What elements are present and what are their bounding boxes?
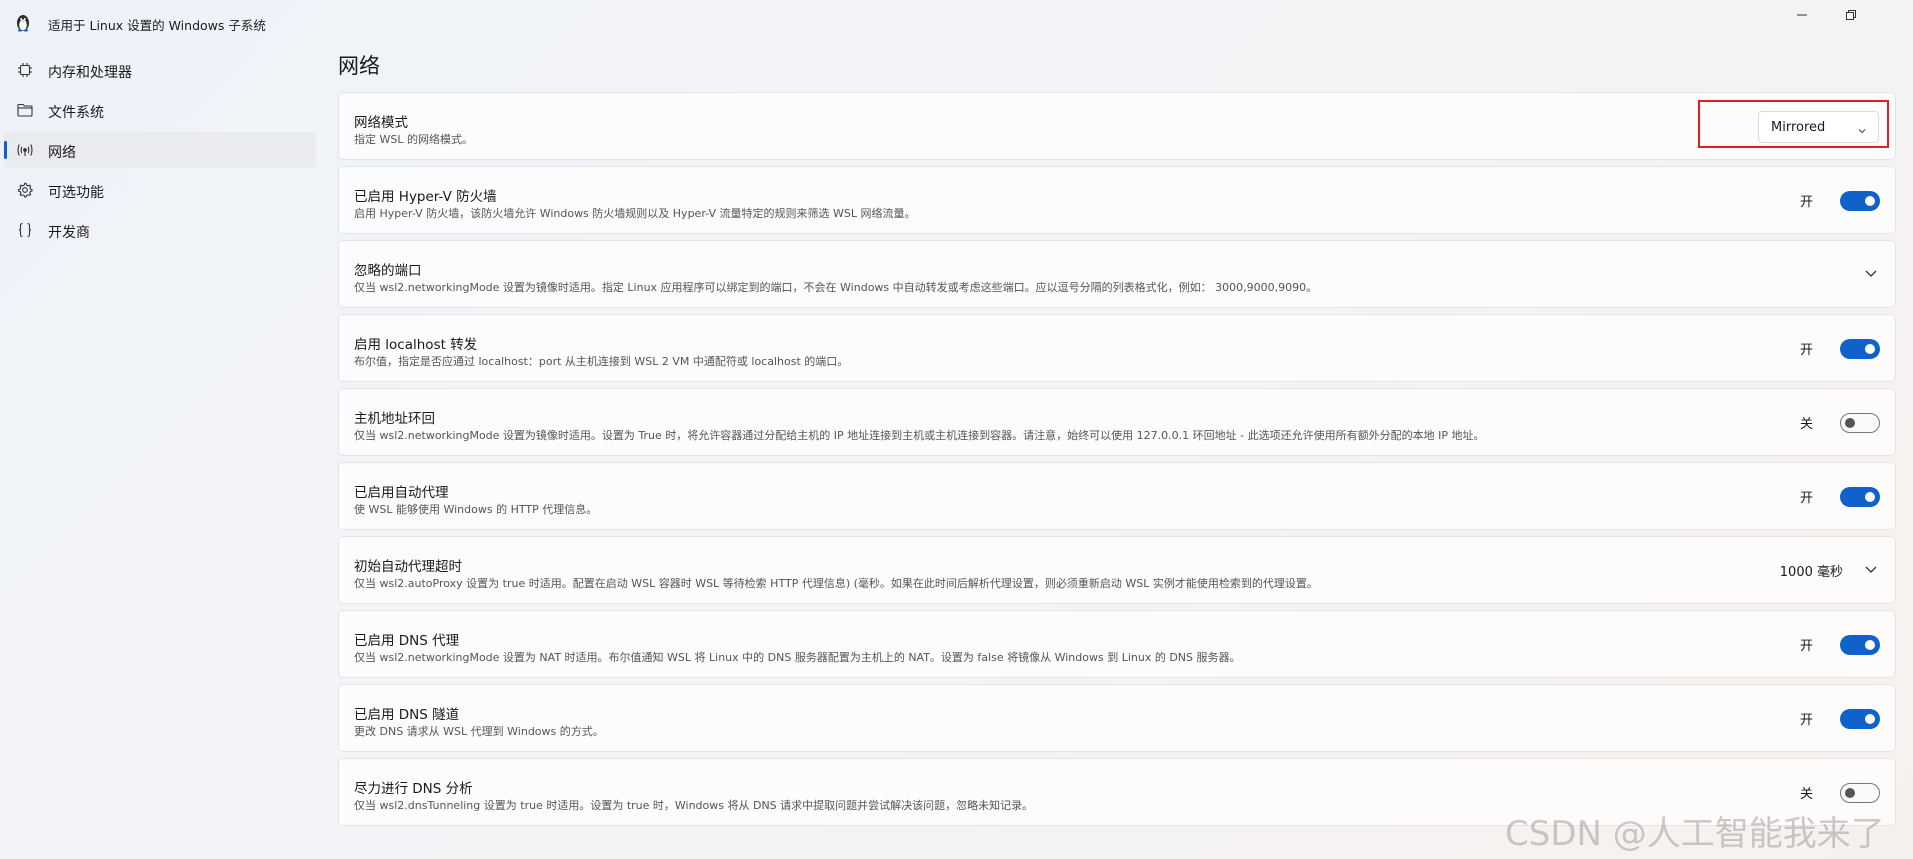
setting-description: 使 WSL 能够使用 Windows 的 HTTP 代理信息。 (354, 503, 598, 516)
setting-description: 仅当 wsl2.networkingMode 设置为 NAT 时适用。布尔值通知… (354, 651, 1241, 664)
sidebar-item-label: 文件系统 (48, 105, 104, 121)
setting-description: 仅当 wsl2.networkingMode 设置为镜像时适用。指定 Linux… (354, 281, 1318, 294)
minimize-icon (1797, 9, 1807, 23)
toggle-state-label: 开 (1799, 343, 1813, 358)
toggle-knob (1865, 196, 1875, 206)
setting-title: 尽力进行 DNS 分析 (354, 781, 473, 797)
page-title: 网络 (338, 54, 380, 78)
toggle-knob (1845, 418, 1855, 428)
chevron-down-icon[interactable] (1861, 559, 1881, 579)
toggle-knob (1865, 492, 1875, 502)
dropdown-selected-value: Mirrored (1771, 120, 1826, 135)
watermark: CSDN @人工智能我来了 (1505, 814, 1885, 854)
gear-icon (16, 181, 34, 199)
setting-dns-tunneling: 已启用 DNS 隧道 更改 DNS 请求从 WSL 代理到 Windows 的方… (338, 684, 1896, 752)
cpu-icon (16, 61, 34, 79)
sidebar-item-label: 网络 (48, 145, 76, 161)
network-mode-dropdown[interactable]: Mirrored (1758, 111, 1879, 143)
setting-title: 已启用 DNS 隧道 (354, 707, 460, 723)
toggle-state-label: 开 (1799, 195, 1813, 210)
setting-title: 已启用 Hyper-V 防火墙 (354, 189, 497, 205)
best-effort-dns-toggle[interactable] (1840, 783, 1880, 803)
setting-title: 主机地址环回 (354, 411, 435, 427)
settings-list: 网络模式 指定 WSL 的网络模式。 已启用 Hyper-V 防火墙 启用 Hy… (338, 92, 1896, 832)
toggle-state-label: 关 (1799, 787, 1813, 802)
sidebar-item-label: 内存和处理器 (48, 65, 132, 81)
title-bar: 适用于 Linux 设置的 Windows 子系统 (0, 0, 1913, 48)
toggle-knob (1865, 714, 1875, 724)
toggle-state-label: 开 (1799, 639, 1813, 654)
setting-hyperv-firewall: 已启用 Hyper-V 防火墙 启用 Hyper-V 防火墙，该防火墙允许 Wi… (338, 166, 1896, 234)
network-icon (16, 141, 34, 159)
sidebar-item-network[interactable]: 网络 (4, 132, 316, 168)
restore-icon (1846, 9, 1856, 23)
setting-localhost-forwarding: 启用 localhost 转发 布尔值，指定是否应通过 localhost：po… (338, 314, 1896, 382)
setting-title: 已启用 DNS 代理 (354, 633, 460, 649)
toggle-knob (1865, 640, 1875, 650)
minimize-button[interactable] (1779, 0, 1825, 32)
setting-ignored-ports[interactable]: 忽略的端口 仅当 wsl2.networkingMode 设置为镜像时适用。指定… (338, 240, 1896, 308)
setting-title: 网络模式 (354, 115, 408, 131)
auto-proxy-toggle[interactable] (1840, 487, 1880, 507)
setting-description: 启用 Hyper-V 防火墙，该防火墙允许 Windows 防火墙规则以及 Hy… (354, 207, 916, 220)
active-indicator (4, 141, 7, 159)
sidebar-item-file-system[interactable]: 文件系统 (4, 92, 316, 128)
setting-auto-proxy-timeout[interactable]: 初始自动代理超时 仅当 wsl2.autoProxy 设置为 true 时适用。… (338, 536, 1896, 604)
toggle-state-label: 开 (1799, 713, 1813, 728)
dns-tunneling-toggle[interactable] (1840, 709, 1880, 729)
localhost-forwarding-toggle[interactable] (1840, 339, 1880, 359)
braces-icon (16, 221, 34, 239)
setting-description: 布尔值，指定是否应通过 localhost：port 从主机连接到 WSL 2 … (354, 355, 849, 368)
sidebar-item-optional-features[interactable]: 可选功能 (4, 172, 316, 208)
toggle-state-label: 关 (1799, 417, 1813, 432)
sidebar-item-label: 可选功能 (48, 185, 104, 201)
setting-title: 初始自动代理超时 (354, 559, 462, 575)
sidebar: 内存和处理器 文件系统 网络 可选功能 开发商 (0, 52, 320, 252)
setting-auto-proxy: 已启用自动代理 使 WSL 能够使用 Windows 的 HTTP 代理信息。 … (338, 462, 1896, 530)
hyperv-firewall-toggle[interactable] (1840, 191, 1880, 211)
sidebar-item-label: 开发商 (48, 225, 90, 241)
sidebar-item-memory-processor[interactable]: 内存和处理器 (4, 52, 316, 88)
setting-title: 已启用自动代理 (354, 485, 449, 501)
toggle-knob (1845, 788, 1855, 798)
folder-icon (16, 101, 34, 119)
restore-button[interactable] (1828, 0, 1874, 32)
setting-title: 忽略的端口 (354, 263, 422, 279)
timeout-value: 1000 毫秒 (1779, 565, 1843, 580)
setting-description: 仅当 wsl2.dnsTunneling 设置为 true 时适用。设置为 tr… (354, 799, 1034, 812)
setting-description: 仅当 wsl2.autoProxy 设置为 true 时适用。配置在启动 WSL… (354, 577, 1318, 590)
dns-proxy-toggle[interactable] (1840, 635, 1880, 655)
penguin-icon (15, 14, 31, 32)
toggle-knob (1865, 344, 1875, 354)
sidebar-item-developer[interactable]: 开发商 (4, 212, 316, 248)
chevron-down-icon[interactable] (1861, 263, 1881, 283)
window-title: 适用于 Linux 设置的 Windows 子系统 (48, 18, 266, 33)
setting-dns-proxy: 已启用 DNS 代理 仅当 wsl2.networkingMode 设置为 NA… (338, 610, 1896, 678)
setting-network-mode: 网络模式 指定 WSL 的网络模式。 (338, 92, 1896, 160)
chevron-down-icon (1856, 122, 1868, 134)
setting-title: 启用 localhost 转发 (354, 337, 478, 353)
setting-host-address-loopback: 主机地址环回 仅当 wsl2.networkingMode 设置为镜像时适用。设… (338, 388, 1896, 456)
setting-description: 更改 DNS 请求从 WSL 代理到 Windows 的方式。 (354, 725, 604, 738)
toggle-state-label: 开 (1799, 491, 1813, 506)
host-address-loopback-toggle[interactable] (1840, 413, 1880, 433)
setting-description: 仅当 wsl2.networkingMode 设置为镜像时适用。设置为 True… (354, 429, 1485, 442)
setting-description: 指定 WSL 的网络模式。 (354, 133, 473, 146)
